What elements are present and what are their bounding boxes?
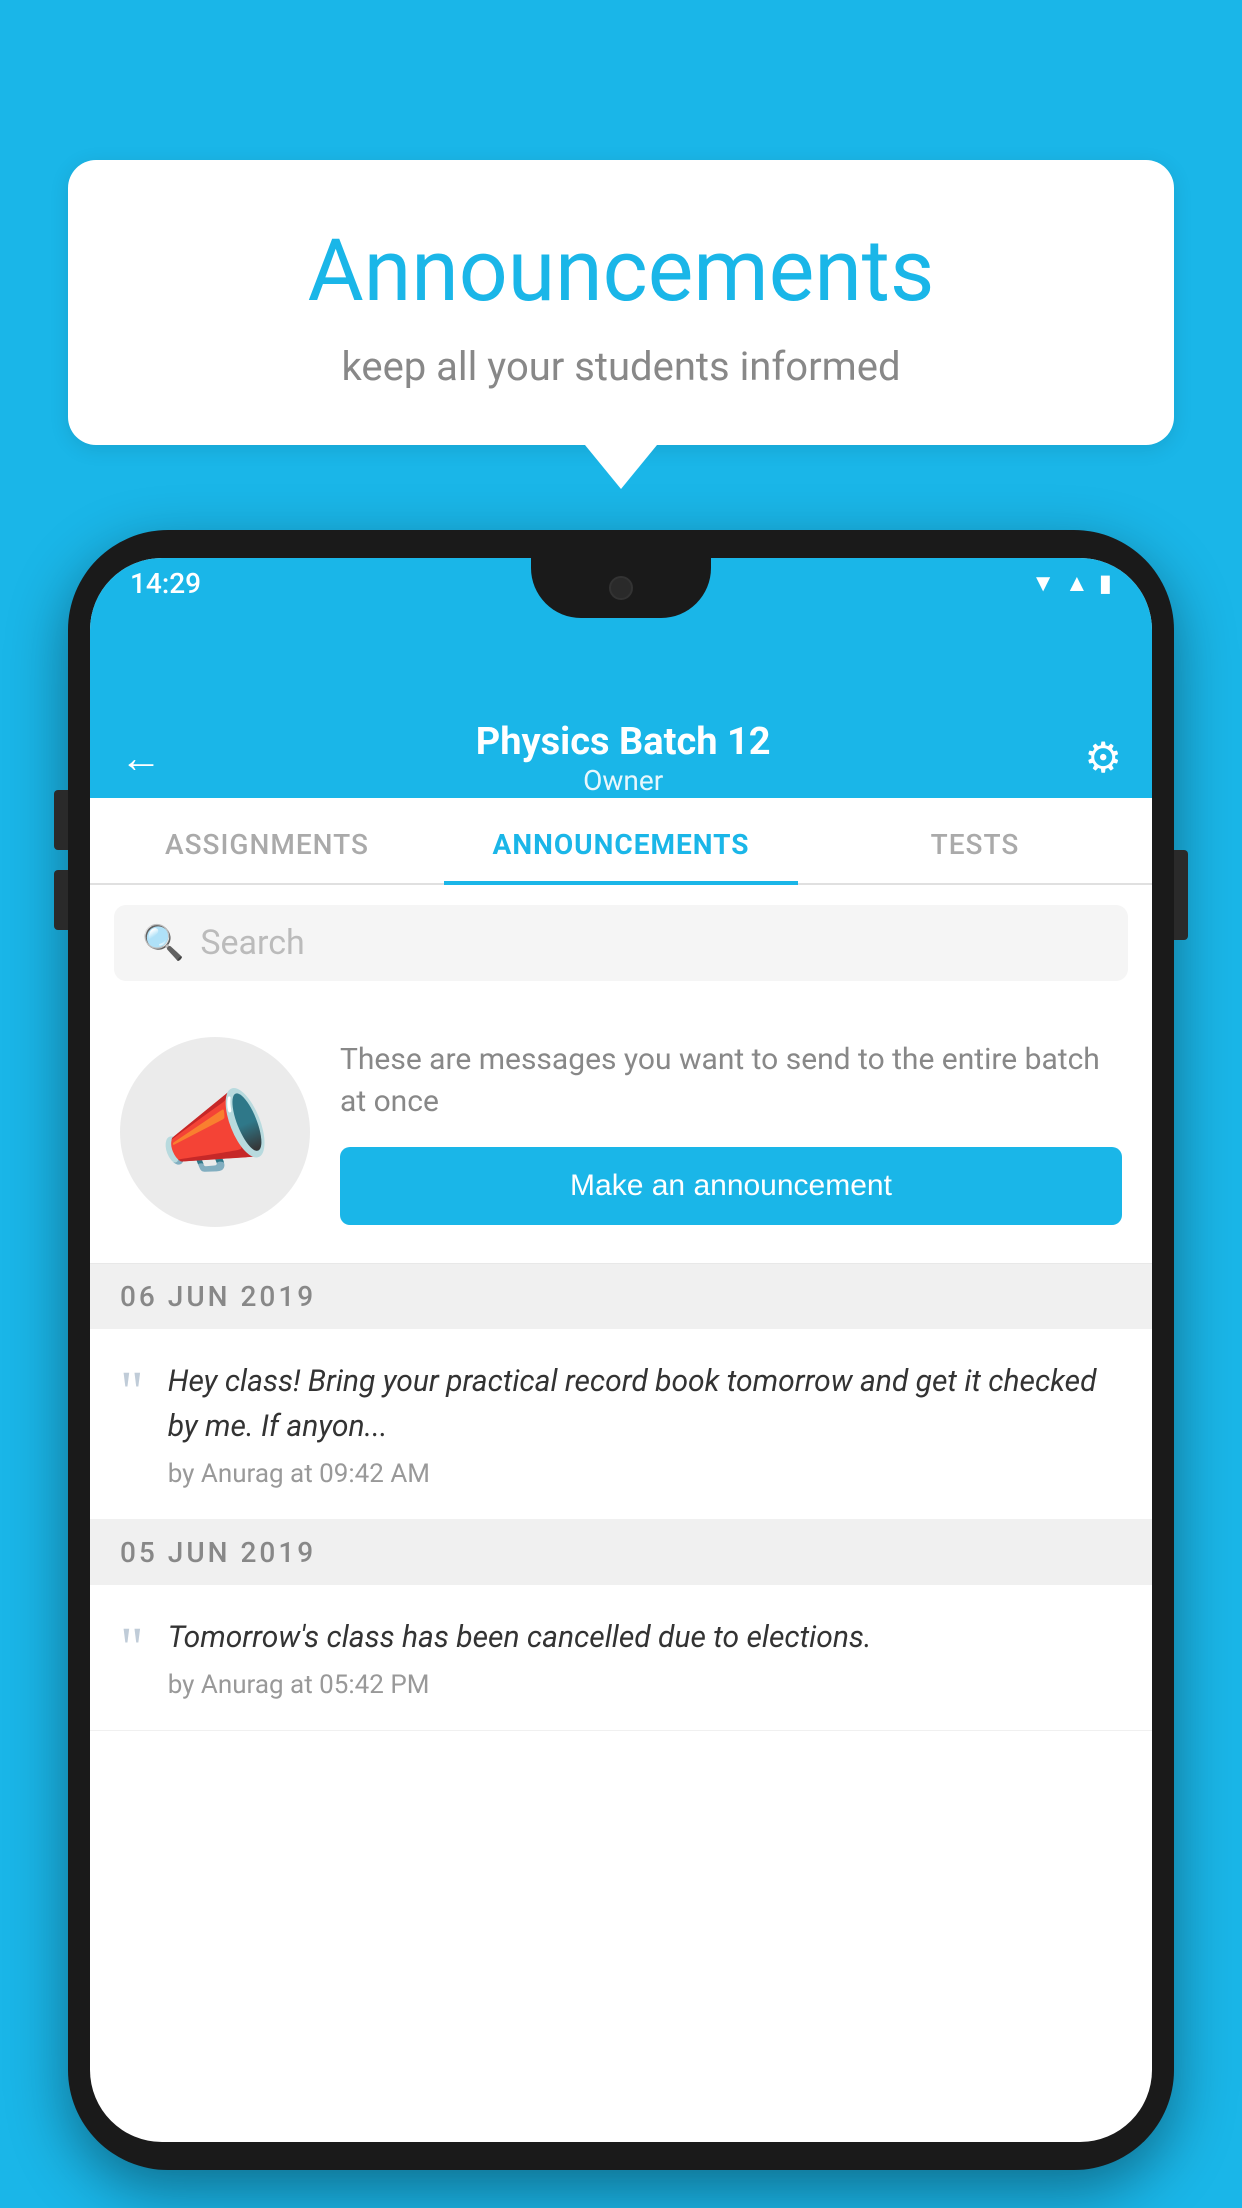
search-icon: 🔍 xyxy=(142,923,184,963)
announcement-content-1: Hey class! Bring your practical record b… xyxy=(168,1359,1122,1489)
phone-screen: 14:29 ▼ ▲ ▮ ← xyxy=(90,558,1152,2142)
announcement-item-2[interactable]: " Tomorrow's class has been cancelled du… xyxy=(90,1585,1152,1731)
status-bar: 14:29 ▼ ▲ ▮ xyxy=(90,558,1152,638)
phone-container: 14:29 ▼ ▲ ▮ ← xyxy=(68,530,1174,2208)
announcement-cta-section: 📣 These are messages you want to send to… xyxy=(90,1001,1152,1264)
wifi-icon: ▼ xyxy=(1031,569,1055,598)
status-icons: ▼ ▲ ▮ xyxy=(861,569,1112,598)
power-button xyxy=(1174,850,1188,940)
megaphone-icon: 📣 xyxy=(159,1080,271,1185)
search-container: 🔍 Search xyxy=(90,885,1152,1001)
announcement-meta-1: by Anurag at 09:42 AM xyxy=(168,1459,1122,1489)
announcement-text-1: Hey class! Bring your practical record b… xyxy=(168,1359,1122,1449)
speech-bubble-arrow xyxy=(585,445,657,489)
quote-icon-2: " xyxy=(120,1615,144,1677)
tab-tests[interactable]: TESTS xyxy=(798,798,1152,883)
signal-icon: ▲ xyxy=(1065,569,1089,598)
date-separator-2: 05 JUN 2019 xyxy=(90,1520,1152,1585)
battery-icon: ▮ xyxy=(1099,569,1112,597)
cta-description: These are messages you want to send to t… xyxy=(340,1039,1122,1123)
megaphone-circle: 📣 xyxy=(120,1037,310,1227)
make-announcement-button[interactable]: Make an announcement xyxy=(340,1147,1122,1225)
announcement-meta-2: by Anurag at 05:42 PM xyxy=(168,1670,1122,1700)
quote-icon-1: " xyxy=(120,1359,144,1421)
date-separator-1: 06 JUN 2019 xyxy=(90,1264,1152,1329)
phone-notch xyxy=(531,558,711,618)
announcement-item-1[interactable]: " Hey class! Bring your practical record… xyxy=(90,1329,1152,1520)
tab-announcements[interactable]: ANNOUNCEMENTS xyxy=(444,798,798,883)
status-time: 14:29 xyxy=(130,567,201,600)
volume-down-button xyxy=(54,870,68,930)
announcement-content-2: Tomorrow's class has been cancelled due … xyxy=(168,1615,1122,1700)
announcement-text-2: Tomorrow's class has been cancelled due … xyxy=(168,1615,1122,1660)
tab-assignments[interactable]: ASSIGNMENTS xyxy=(90,798,444,883)
search-bar[interactable]: 🔍 Search xyxy=(114,905,1128,981)
bubble-subtitle: keep all your students informed xyxy=(128,343,1114,390)
phone-outer-shell: 14:29 ▼ ▲ ▮ ← xyxy=(68,530,1174,2170)
app-bar: ← Physics Batch 12 Owner ⚙ xyxy=(90,638,1152,798)
app-bar-title-group: Physics Batch 12 Owner xyxy=(476,720,771,797)
camera xyxy=(609,576,633,600)
back-button[interactable]: ← xyxy=(120,734,162,783)
bubble-title: Announcements xyxy=(128,220,1114,321)
app-bar-subtitle: Owner xyxy=(476,764,771,797)
speech-bubble-card: Announcements keep all your students inf… xyxy=(68,160,1174,445)
tabs-row: ASSIGNMENTS ANNOUNCEMENTS TESTS xyxy=(90,798,1152,885)
search-placeholder: Search xyxy=(200,923,304,963)
speech-bubble-section: Announcements keep all your students inf… xyxy=(68,160,1174,489)
settings-button[interactable]: ⚙ xyxy=(1084,733,1122,783)
volume-up-button xyxy=(54,790,68,850)
app-bar-title: Physics Batch 12 xyxy=(476,720,771,764)
cta-right: These are messages you want to send to t… xyxy=(340,1039,1122,1225)
